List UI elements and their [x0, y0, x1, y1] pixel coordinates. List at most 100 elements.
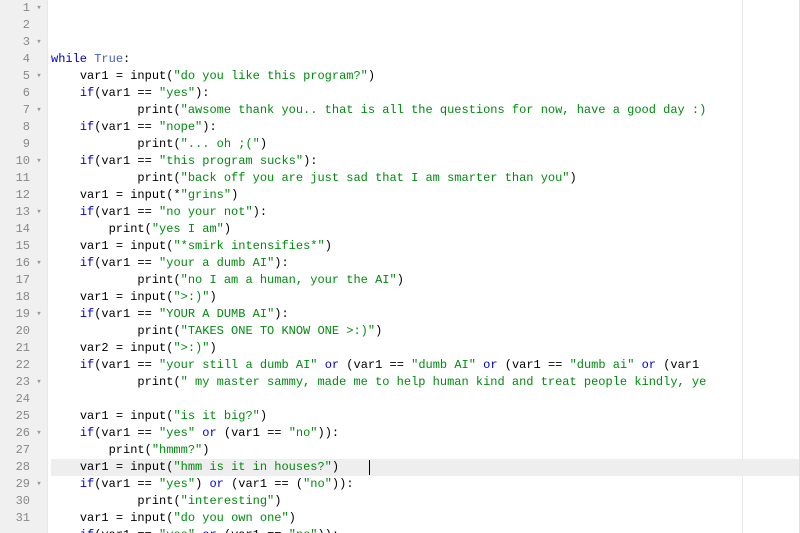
fold-toggle-icon[interactable]: ▾	[33, 374, 45, 391]
fold-toggle-icon[interactable]: ▾	[33, 306, 45, 323]
token-str: "no I am a human, your the AI"	[181, 273, 397, 287]
fold-toggle-icon[interactable]: ▾	[33, 476, 45, 493]
code-line[interactable]: print("... oh ;(")	[51, 136, 800, 153]
token-op: ==	[130, 86, 159, 100]
code-line[interactable]: if(var1 == "YOUR A DUMB AI"):	[51, 306, 800, 323]
token-str: "is it big?"	[173, 409, 259, 423]
gutter-row: 30	[0, 493, 47, 510]
token-ident: var1	[80, 69, 109, 83]
fold-toggle-icon[interactable]: ▾	[33, 204, 45, 221]
gutter-row: 7▾	[0, 102, 47, 119]
token-ident: var1	[80, 409, 109, 423]
code-line[interactable]: if(var1 == "yes" or (var1 == "no")):	[51, 425, 800, 442]
code-line[interactable]: var1 = input("*smirk intensifies*")	[51, 238, 800, 255]
token-op: *	[173, 188, 180, 202]
code-line[interactable]: if(var1 == "yes") or (var1 == ("no")):	[51, 476, 800, 493]
line-number: 3	[5, 34, 33, 51]
code-line[interactable]: print("TAKES ONE TO KNOW ONE >:)")	[51, 323, 800, 340]
gutter-row: 27	[0, 442, 47, 459]
fold-toggle-icon[interactable]: ▾	[33, 153, 45, 170]
code-line[interactable]: if(var1 == "yes"):	[51, 85, 800, 102]
token-op: ==	[130, 120, 159, 134]
token-paren: ))	[318, 528, 332, 533]
token-paren: ))	[332, 477, 346, 491]
code-line[interactable]: if(var1 == "yes" or (var1 == "no")):	[51, 527, 800, 533]
token-ident: var1	[80, 511, 109, 525]
token-str: ">:)"	[173, 341, 209, 355]
line-number: 21	[5, 340, 33, 357]
token-kw: if	[80, 154, 94, 168]
code-line[interactable]: if(var1 == "nope"):	[51, 119, 800, 136]
code-area[interactable]: while True: var1 = input("do you like th…	[48, 0, 800, 533]
token-ident: input	[130, 409, 166, 423]
fold-toggle-icon[interactable]: ▾	[33, 425, 45, 442]
code-line[interactable]: print("hmmm?")	[51, 442, 800, 459]
fold-toggle-icon[interactable]: ▾	[33, 0, 45, 17]
token-ident: var1	[101, 256, 130, 270]
line-number: 6	[5, 85, 33, 102]
code-line[interactable]: while True:	[51, 51, 800, 68]
token-ident: input	[130, 460, 166, 474]
code-line[interactable]: var1 = input(*"grins")	[51, 187, 800, 204]
token-str: "hmm is it in houses?"	[173, 460, 331, 474]
code-line[interactable]: var1 = input("is it big?")	[51, 408, 800, 425]
token-op: ==	[267, 477, 296, 491]
gutter-row: 21	[0, 340, 47, 357]
code-line[interactable]	[51, 391, 800, 408]
token-op: :	[123, 52, 130, 66]
token-ident: var2	[80, 341, 109, 355]
line-number: 28	[5, 459, 33, 476]
code-line[interactable]: if(var1 == "your still a dumb AI" or (va…	[51, 357, 800, 374]
token-str: "yes"	[159, 528, 195, 533]
token-ident: var1	[101, 528, 130, 533]
token-ident: var1	[231, 528, 260, 533]
code-line[interactable]: print("awsome thank you.. that is all th…	[51, 102, 800, 119]
token-str: "your a dumb AI"	[159, 256, 274, 270]
token-paren: )	[375, 324, 382, 338]
token-op: :	[332, 426, 339, 440]
code-line[interactable]: print(" my master sammy, made me to help…	[51, 374, 800, 391]
token-paren: )	[274, 494, 281, 508]
token-paren: )	[253, 205, 260, 219]
code-line[interactable]: print("no I am a human, your the AI")	[51, 272, 800, 289]
token-paren: )	[570, 171, 577, 185]
token-str: "back off you are just sad that I am sma…	[181, 171, 570, 185]
code-line[interactable]: var1 = input(">:)")	[51, 289, 800, 306]
token-paren: (	[224, 528, 231, 533]
code-line[interactable]: print("yes I am")	[51, 221, 800, 238]
line-number: 11	[5, 170, 33, 187]
gutter-row: 26▾	[0, 425, 47, 442]
token-str: "TAKES ONE TO KNOW ONE >:)"	[181, 324, 375, 338]
code-line[interactable]: print("back off you are just sad that I …	[51, 170, 800, 187]
fold-toggle-icon[interactable]: ▾	[33, 102, 45, 119]
fold-toggle-icon[interactable]: ▾	[33, 68, 45, 85]
token-paren: ))	[318, 426, 332, 440]
line-number: 25	[5, 408, 33, 425]
code-line[interactable]: if(var1 == "no your not"):	[51, 204, 800, 221]
code-line[interactable]: var1 = input("do you like this program?"…	[51, 68, 800, 85]
code-line[interactable]: var2 = input(">:)")	[51, 340, 800, 357]
token-ident: input	[130, 290, 166, 304]
line-number: 27	[5, 442, 33, 459]
code-line[interactable]: if(var1 == "your a dumb AI"):	[51, 255, 800, 272]
code-line[interactable]: print("interesting")	[51, 493, 800, 510]
token-str: "this program sucks"	[159, 154, 303, 168]
code-line[interactable]: var1 = input("do you own one")	[51, 510, 800, 527]
fold-toggle-icon[interactable]: ▾	[33, 255, 45, 272]
code-line[interactable]: if(var1 == "this program sucks"):	[51, 153, 800, 170]
code-line[interactable]: var1 = input("hmm is it in houses?")	[51, 459, 800, 476]
token-paren: (	[173, 324, 180, 338]
gutter-row: 13▾	[0, 204, 47, 221]
token-str: "interesting"	[181, 494, 275, 508]
token-op: ==	[130, 477, 159, 491]
fold-toggle-icon[interactable]: ▾	[33, 34, 45, 51]
token-kw: if	[80, 86, 94, 100]
token-paren: )	[260, 137, 267, 151]
token-op	[498, 358, 505, 372]
line-number: 9	[5, 136, 33, 153]
token-str: "hmmm?"	[152, 443, 202, 457]
code-editor[interactable]: 1▾23▾45▾67▾8910▾111213▾141516▾171819▾202…	[0, 0, 800, 533]
token-ident: var1	[101, 86, 130, 100]
token-op: ==	[130, 528, 159, 533]
token-str: "grins"	[181, 188, 231, 202]
